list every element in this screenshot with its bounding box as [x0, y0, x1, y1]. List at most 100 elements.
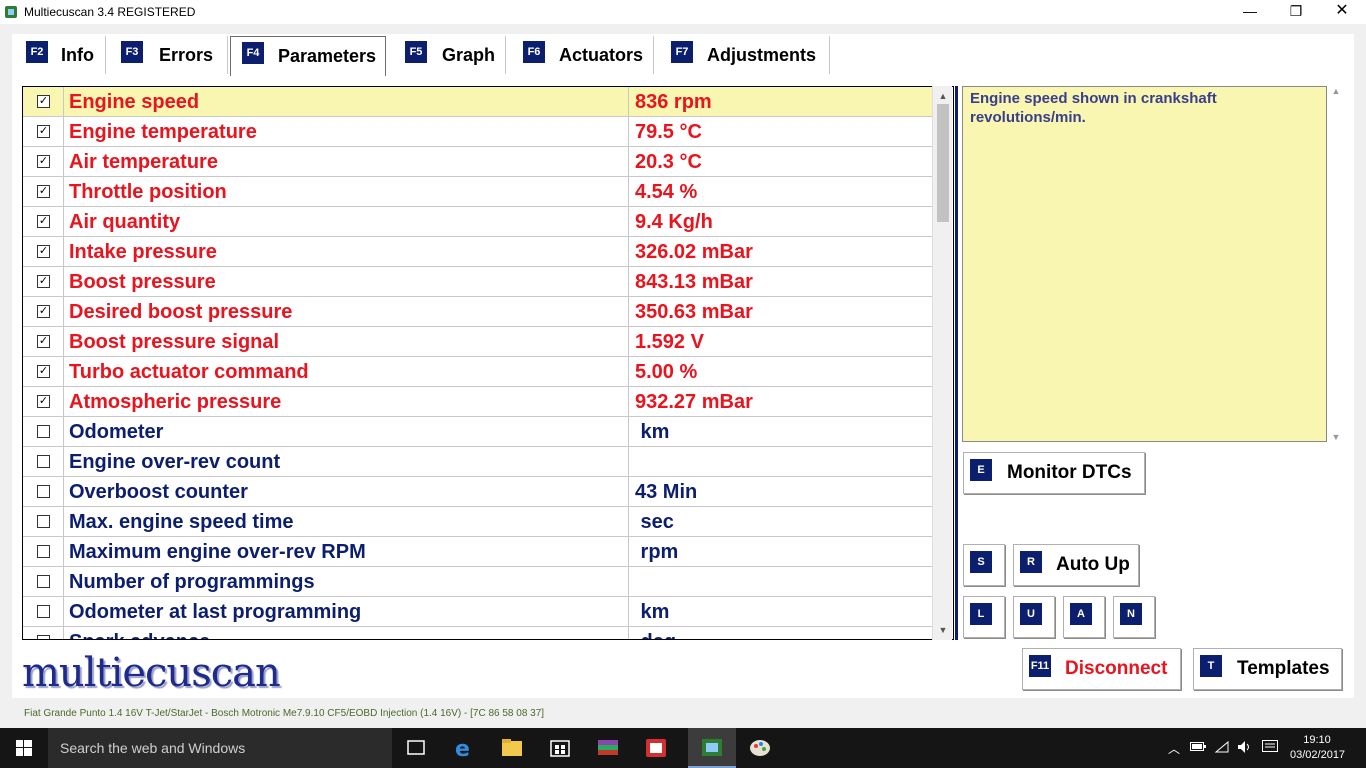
winrar-icon[interactable]	[584, 728, 632, 768]
start-button[interactable]	[0, 728, 48, 768]
parameter-value-cell[interactable]: 350.63 mBar	[630, 297, 933, 326]
parameter-row[interactable]: ✓ Atmospheric pressure 932.27 mBar	[23, 387, 933, 417]
checked-checkbox-icon[interactable]: ✓	[37, 95, 50, 108]
n-button[interactable]: N	[1113, 596, 1155, 638]
checked-checkbox-icon[interactable]: ✓	[37, 125, 50, 138]
parameter-row[interactable]: Maximum engine over-rev RPM rpm	[23, 537, 933, 567]
checked-checkbox-icon[interactable]: ✓	[37, 155, 50, 168]
close-button[interactable]: ✕	[1319, 0, 1365, 24]
parameter-checkbox-cell[interactable]	[23, 567, 64, 596]
auto-up-button[interactable]: R Auto Up	[1013, 544, 1139, 586]
taskbar-clock[interactable]: 19:10 03/02/2017	[1290, 733, 1345, 763]
parameter-name-cell[interactable]: Turbo actuator command	[65, 357, 629, 386]
unchecked-checkbox-icon[interactable]	[37, 605, 50, 618]
s-button[interactable]: S	[963, 544, 1005, 586]
parameter-value-cell[interactable]: 932.27 mBar	[630, 387, 933, 416]
parameter-name-cell[interactable]: Odometer	[65, 417, 629, 446]
parameter-name-cell[interactable]: Odometer at last programming	[65, 597, 629, 626]
parameter-checkbox-cell[interactable]: ✓	[23, 237, 64, 266]
description-scrollbar[interactable]: ▲ ▼	[1329, 86, 1343, 442]
checked-checkbox-icon[interactable]: ✓	[37, 275, 50, 288]
parameter-checkbox-cell[interactable]	[23, 417, 64, 446]
parameter-value-cell[interactable]: deg	[630, 627, 933, 639]
parameter-checkbox-cell[interactable]: ✓	[23, 387, 64, 416]
disconnect-button[interactable]: F11 Disconnect	[1022, 648, 1181, 690]
parameter-row[interactable]: ✓ Throttle position 4.54 %	[23, 177, 933, 207]
parameter-name-cell[interactable]: Engine temperature	[65, 117, 629, 146]
parameter-checkbox-cell[interactable]	[23, 597, 64, 626]
tab-info[interactable]: F2 Info	[22, 36, 106, 74]
checked-checkbox-icon[interactable]: ✓	[37, 395, 50, 408]
scroll-down-arrow-icon[interactable]: ▼	[933, 622, 953, 638]
multiecuscan-taskbar-icon[interactable]	[688, 728, 736, 768]
notification-center-icon[interactable]	[1262, 740, 1278, 754]
parameter-checkbox-cell[interactable]: ✓	[23, 177, 64, 206]
parameter-name-cell[interactable]: Desired boost pressure	[65, 297, 629, 326]
parameter-value-cell[interactable]: 4.54 %	[630, 177, 933, 206]
unchecked-checkbox-icon[interactable]	[37, 515, 50, 528]
parameter-name-cell[interactable]: Air quantity	[65, 207, 629, 236]
parameter-value-cell[interactable]: 836 rpm	[630, 87, 933, 116]
scroll-thumb[interactable]	[937, 104, 949, 222]
parameter-row[interactable]: ✓ Air temperature 20.3 °C	[23, 147, 933, 177]
parameter-row[interactable]: Max. engine speed time sec	[23, 507, 933, 537]
parameter-checkbox-cell[interactable]	[23, 627, 64, 639]
tab-actuators[interactable]: F6 Actuators	[506, 36, 654, 74]
monitor-dtcs-button[interactable]: E Monitor DTCs	[963, 452, 1145, 494]
desc-scroll-up-icon[interactable]: ▲	[1329, 86, 1343, 96]
tab-adjustments[interactable]: F7 Adjustments	[654, 36, 830, 74]
edge-browser-icon[interactable]: e	[440, 728, 488, 768]
volume-icon[interactable]	[1237, 740, 1253, 754]
parameter-row[interactable]: Engine over-rev count	[23, 447, 933, 477]
checked-checkbox-icon[interactable]: ✓	[37, 185, 50, 198]
parameter-name-cell[interactable]: Air temperature	[65, 147, 629, 176]
checked-checkbox-icon[interactable]: ✓	[37, 305, 50, 318]
parameter-value-cell[interactable]: 843.13 mBar	[630, 267, 933, 296]
parameter-name-cell[interactable]: Maximum engine over-rev RPM	[65, 537, 629, 566]
file-explorer-icon[interactable]	[488, 728, 536, 768]
parameter-row[interactable]: ✓ Boost pressure signal 1.592 V	[23, 327, 933, 357]
unchecked-checkbox-icon[interactable]	[37, 635, 50, 639]
parameter-row[interactable]: ✓ Engine temperature 79.5 °C	[23, 117, 933, 147]
parameter-row[interactable]: Odometer km	[23, 417, 933, 447]
parameter-row[interactable]: Spark advance deg	[23, 627, 933, 639]
parameter-name-cell[interactable]: Max. engine speed time	[65, 507, 629, 536]
a-button[interactable]: A	[1063, 596, 1105, 638]
parameter-row[interactable]: ✓ Engine speed 836 rpm	[23, 87, 933, 117]
parameter-value-cell[interactable]: rpm	[630, 537, 933, 566]
parameter-value-cell[interactable]: 9.4 Kg/h	[630, 207, 933, 236]
unchecked-checkbox-icon[interactable]	[37, 455, 50, 468]
tab-graph[interactable]: F5 Graph	[388, 36, 506, 74]
taskbar-search-box[interactable]: Search the web and Windows	[48, 728, 392, 768]
parameter-name-cell[interactable]: Boost pressure signal	[65, 327, 629, 356]
parameter-row[interactable]: ✓ Intake pressure 326.02 mBar	[23, 237, 933, 267]
checked-checkbox-icon[interactable]: ✓	[37, 245, 50, 258]
unchecked-checkbox-icon[interactable]	[37, 575, 50, 588]
parameter-row[interactable]: ✓ Air quantity 9.4 Kg/h	[23, 207, 933, 237]
parameters-scrollbar[interactable]: ▲ ▼	[932, 86, 952, 640]
reader-app-icon[interactable]	[632, 728, 680, 768]
parameter-checkbox-cell[interactable]: ✓	[23, 117, 64, 146]
parameter-value-cell[interactable]: 5.00 %	[630, 357, 933, 386]
parameter-checkbox-cell[interactable]: ✓	[23, 147, 64, 176]
minimize-button[interactable]: —	[1227, 0, 1273, 24]
wifi-icon[interactable]	[1214, 740, 1230, 754]
parameter-row[interactable]: ✓ Desired boost pressure 350.63 mBar	[23, 297, 933, 327]
parameters-grid[interactable]: ✓ Engine speed 836 rpm ✓ Engine temperature 7…	[22, 86, 954, 640]
parameter-checkbox-cell[interactable]	[23, 537, 64, 566]
u-button[interactable]: U	[1013, 596, 1055, 638]
parameter-name-cell[interactable]: Atmospheric pressure	[65, 387, 629, 416]
parameter-checkbox-cell[interactable]: ✓	[23, 297, 64, 326]
templates-button[interactable]: T Templates	[1193, 648, 1342, 690]
parameter-value-cell[interactable]: km	[630, 417, 933, 446]
unchecked-checkbox-icon[interactable]	[37, 425, 50, 438]
parameter-value-cell[interactable]: 43 Min	[630, 477, 933, 506]
parameter-value-cell[interactable]: 326.02 mBar	[630, 237, 933, 266]
desc-scroll-down-icon[interactable]: ▼	[1329, 432, 1343, 442]
parameter-name-cell[interactable]: Throttle position	[65, 177, 629, 206]
unchecked-checkbox-icon[interactable]	[37, 545, 50, 558]
parameter-value-cell[interactable]: 20.3 °C	[630, 147, 933, 176]
checked-checkbox-icon[interactable]: ✓	[37, 335, 50, 348]
parameter-row[interactable]: Number of programmings	[23, 567, 933, 597]
parameter-name-cell[interactable]: Spark advance	[65, 627, 629, 639]
